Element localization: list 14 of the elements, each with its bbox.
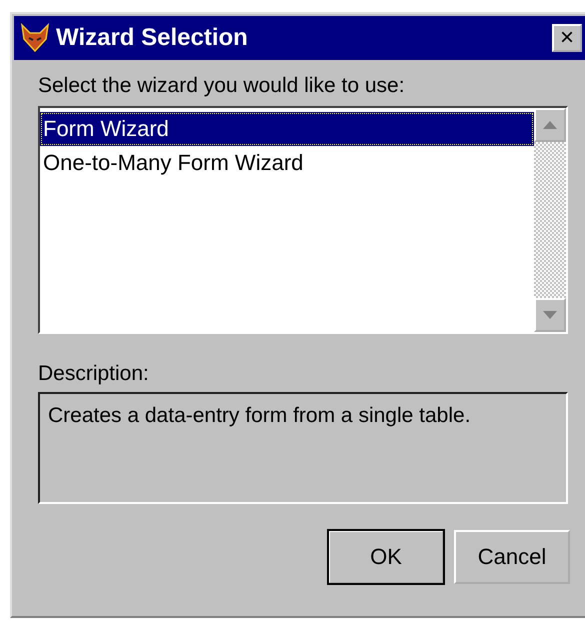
ok-button[interactable]: OK [328, 530, 444, 584]
scroll-up-button[interactable] [534, 108, 566, 142]
description-label: Description: [38, 362, 150, 386]
down-arrow-icon [543, 311, 557, 319]
description-text: Creates a data-entry form from a single table. [48, 404, 471, 427]
cancel-button[interactable]: Cancel [454, 530, 570, 584]
fox-head-icon [20, 23, 50, 53]
wizard-list-item[interactable]: Form Wizard [40, 112, 534, 146]
wizard-list-item[interactable]: One-to-Many Form Wizard [40, 146, 534, 180]
close-button[interactable]: × [552, 24, 582, 52]
prompt-label: Select the wizard you would like to use: [38, 74, 406, 98]
scroll-down-button[interactable] [534, 298, 566, 332]
up-arrow-icon [543, 121, 557, 129]
window-title: Wizard Selection [56, 24, 249, 52]
